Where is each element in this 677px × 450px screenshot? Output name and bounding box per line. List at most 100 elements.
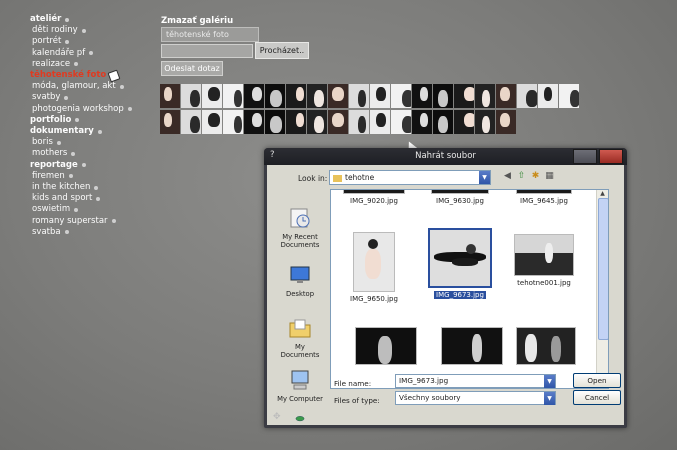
gallery-thumbnail[interactable] — [286, 84, 306, 108]
gallery-thumbnail[interactable] — [412, 110, 432, 134]
gallery-thumbnail[interactable] — [328, 110, 348, 134]
gallery-thumbnail[interactable] — [559, 84, 579, 108]
nav-item-kalendare-pf[interactable]: kalendáře pf — [30, 48, 160, 59]
gallery-thumbnail[interactable] — [349, 110, 369, 134]
resize-move-icon[interactable]: ✥ — [273, 412, 281, 422]
gallery-thumbnail[interactable] — [181, 84, 201, 108]
gallery-thumbnail[interactable] — [223, 110, 243, 134]
gallery-select[interactable]: těhotenské foto — [161, 27, 259, 42]
nav-item-moda-glamour-akt[interactable]: móda, glamour, akt — [30, 81, 160, 92]
nav-item-photogenia-workshop[interactable]: photogenia workshop — [30, 104, 160, 115]
open-button[interactable]: Open — [573, 373, 621, 388]
new-folder-icon[interactable]: ✱ — [529, 170, 542, 183]
files-of-type-select[interactable]: Všechny soubory ▼ — [395, 391, 556, 405]
gallery-thumbnail[interactable] — [328, 84, 348, 108]
nav-item-deti-rodiny[interactable]: děti rodiny — [30, 25, 160, 36]
gallery-thumbnail[interactable] — [223, 84, 243, 108]
gallery-thumbnail[interactable] — [370, 110, 390, 134]
file-item[interactable]: IMG_9020.jpg — [331, 190, 417, 205]
gallery-thumbnail[interactable] — [433, 84, 453, 108]
gallery-thumbnail[interactable] — [370, 84, 390, 108]
gallery-thumbnail[interactable] — [286, 110, 306, 134]
place-desktop[interactable]: Desktop — [275, 264, 325, 298]
nav-item-svatby[interactable]: svatby — [30, 92, 160, 103]
gallery-thumbnail[interactable] — [517, 84, 537, 108]
place-recent-documents[interactable]: My Recent Documents — [275, 207, 325, 249]
places-bar: My Recent Documents Desktop My Documents… — [275, 189, 325, 422]
place-label: My Recent Documents — [280, 233, 320, 249]
nav-item-boris[interactable]: boris — [30, 137, 160, 148]
chevron-down-icon[interactable]: ▼ — [479, 171, 490, 184]
scrollbar-thumb[interactable] — [598, 198, 608, 340]
gallery-thumbnail[interactable] — [475, 110, 495, 134]
nav-item-oswietim[interactable]: oswietim — [30, 204, 160, 215]
dialog-body: Look in: tehotne ▼ ◀ ⇧ ✱ ▦ My Recent Doc… — [267, 165, 624, 425]
chevron-down-icon[interactable]: ▼ — [544, 375, 555, 388]
bullet-icon — [65, 40, 70, 44]
gallery-thumbnail[interactable] — [349, 84, 369, 108]
up-folder-icon[interactable]: ⇧ — [515, 170, 528, 183]
nav-item-firemen[interactable]: firemen — [30, 171, 160, 182]
gallery-thumbnail[interactable] — [160, 110, 180, 134]
close-button[interactable] — [599, 149, 623, 164]
nav-item-svatba[interactable]: svatba — [30, 227, 160, 238]
cancel-button[interactable]: Cancel — [573, 390, 621, 405]
folder-icon — [333, 174, 342, 182]
file-item[interactable]: IMG_9650.jpg — [331, 232, 417, 303]
place-my-computer[interactable]: My Computer — [275, 369, 325, 403]
gallery-thumbnail[interactable] — [412, 84, 432, 108]
nav-item-reportage[interactable]: reportage — [30, 160, 160, 171]
nav-item-romany-superstar[interactable]: romany superstar — [30, 216, 160, 227]
gallery-thumbnail[interactable] — [454, 110, 474, 134]
nav-label: firemen — [32, 170, 65, 181]
nav-item-portret[interactable]: portrét — [30, 36, 160, 47]
gallery-thumbnail[interactable] — [265, 110, 285, 134]
file-item[interactable] — [343, 327, 429, 365]
gallery-thumbnail[interactable] — [454, 84, 474, 108]
file-item[interactable] — [503, 327, 589, 365]
nav-item-kids-and-sport[interactable]: kids and sport — [30, 193, 160, 204]
gallery-thumbnail[interactable] — [181, 110, 201, 134]
minimize-button[interactable] — [573, 149, 597, 164]
gallery-thumbnail[interactable] — [244, 84, 264, 108]
gallery-thumbnail[interactable] — [160, 84, 180, 108]
gallery-thumbnail[interactable] — [391, 110, 411, 134]
nav-item-portfolio[interactable]: portfolio — [30, 115, 160, 126]
gallery-thumbnail[interactable] — [496, 110, 516, 134]
file-item[interactable]: IMG_9645.jpg — [501, 190, 587, 205]
nav-item-atelier[interactable]: ateliér — [30, 14, 160, 25]
gallery-thumbnail[interactable] — [202, 84, 222, 108]
gallery-thumbnail[interactable] — [496, 84, 516, 108]
nav-item-dokumentary[interactable]: dokumentary — [30, 126, 160, 137]
nav-item-mothers[interactable]: mothers — [30, 148, 160, 159]
views-menu-icon[interactable]: ▦ — [543, 170, 556, 183]
nav-item-realizace[interactable]: realizace — [30, 59, 160, 70]
gallery-thumbnail[interactable] — [433, 110, 453, 134]
dialog-title-bar[interactable]: ? Nahrát soubor — [264, 148, 627, 165]
file-path-input[interactable] — [161, 44, 253, 58]
gallery-thumbnail[interactable] — [475, 84, 495, 108]
gallery-thumbnail[interactable] — [202, 110, 222, 134]
chevron-down-icon[interactable]: ▼ — [544, 392, 555, 405]
nav-item-tehotenske-foto[interactable]: těhotenské foto — [30, 69, 160, 83]
file-list-scrollbar[interactable]: ▲ ▼ — [596, 190, 608, 388]
file-name-input[interactable]: IMG_9673.jpg ▼ — [395, 374, 556, 388]
gallery-thumbnail[interactable] — [538, 84, 558, 108]
place-my-documents[interactable]: My Documents — [275, 317, 325, 359]
nav-item-in-the-kitchen[interactable]: in the kitchen — [30, 182, 160, 193]
submit-query-button[interactable]: Odeslat dotaz — [161, 61, 223, 76]
back-icon[interactable]: ◀ — [501, 170, 514, 183]
gallery-thumbnail[interactable] — [244, 110, 264, 134]
file-item[interactable]: IMG_9630.jpg — [417, 190, 503, 205]
file-item[interactable]: tehotne001.jpg — [501, 234, 587, 287]
browse-button[interactable]: Procházet.. — [255, 42, 309, 59]
gallery-thumbnail[interactable] — [391, 84, 411, 108]
file-item-selected[interactable]: IMG_9673.jpg — [417, 228, 503, 299]
place-network[interactable] — [275, 415, 325, 429]
gallery-thumbnail[interactable] — [307, 110, 327, 134]
file-name-value: IMG_9673.jpg — [399, 376, 449, 385]
gallery-thumbnail[interactable] — [265, 84, 285, 108]
gallery-thumbnail[interactable] — [307, 84, 327, 108]
scroll-up-icon[interactable]: ▲ — [598, 190, 607, 198]
look-in-dropdown[interactable]: tehotne ▼ — [329, 170, 491, 185]
